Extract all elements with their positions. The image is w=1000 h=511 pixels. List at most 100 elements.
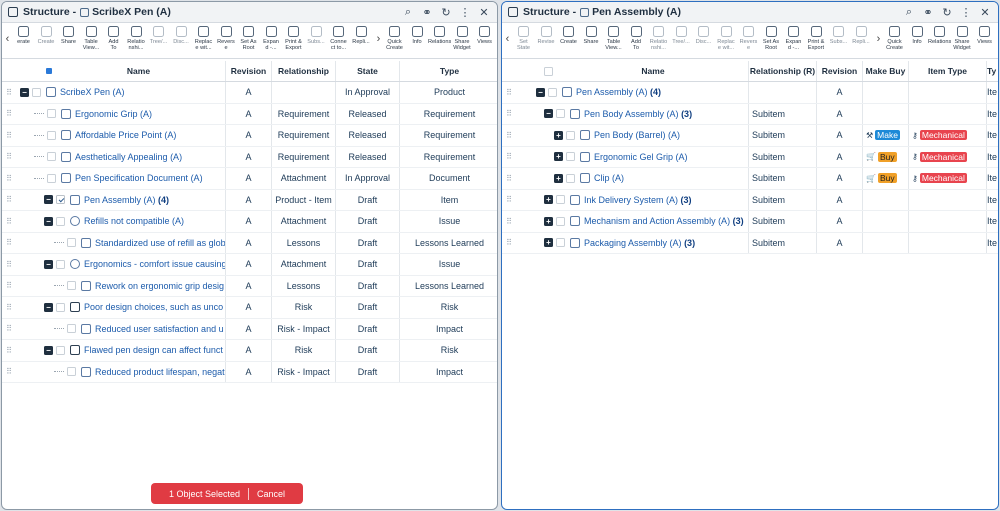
toolbar-set-as-root-button[interactable]: Set As Root xyxy=(238,26,259,52)
table-row[interactable]: ⠿ + Ergonomic Gel Grip (A) Subitem A 🛒 Buy ⚷ Mec… xyxy=(502,146,998,168)
toolbar-set-state-button[interactable]: Set State xyxy=(513,26,534,52)
column-header-state[interactable]: State xyxy=(336,61,400,81)
table-row[interactable]: ⠿ + Ink Delivery System (A) (3) Subitem A Ite xyxy=(502,189,998,211)
item-name-link[interactable]: Ergonomic Grip (A) xyxy=(75,109,152,119)
column-header-make-buy[interactable]: Make Buy xyxy=(863,61,909,81)
toolbar-info-button[interactable]: Info xyxy=(907,26,928,45)
drag-handle-icon[interactable]: ⠿ xyxy=(502,238,516,247)
collapse-toggle-icon[interactable]: − xyxy=(536,87,545,97)
link-icon[interactable]: ⚭ xyxy=(921,5,935,19)
toolbar-add-to-button[interactable]: Add To xyxy=(626,26,647,52)
table-row[interactable]: ⠿ Pen Specification Document (A) A Attachme… xyxy=(2,168,497,190)
collapse-toggle-icon[interactable]: − xyxy=(544,109,553,119)
toolbar-set-as-root-button[interactable]: Set As Root xyxy=(761,26,782,52)
table-row[interactable]: ⠿ − Ergonomics - comfort issue causing A Att… xyxy=(2,254,497,276)
drag-handle-icon[interactable]: ⠿ xyxy=(2,152,16,161)
item-name-link[interactable]: Standardized use of refill as glob xyxy=(95,238,225,248)
row-checkbox[interactable] xyxy=(32,87,41,97)
toolbar-share-button[interactable]: Share xyxy=(58,26,79,45)
drag-handle-icon[interactable]: ⠿ xyxy=(2,174,16,183)
column-header-relationship[interactable]: Relationship xyxy=(272,61,336,81)
collapse-toggle-icon[interactable]: − xyxy=(44,302,53,312)
drag-handle-icon[interactable]: ⠿ xyxy=(2,367,16,376)
item-name-link[interactable]: Ergonomic Gel Grip (A) xyxy=(594,152,688,162)
close-icon[interactable]: ✕ xyxy=(978,5,992,19)
item-name-link[interactable]: Pen Body (Barrel) (A) xyxy=(594,130,680,140)
toolbar-share-widget-button[interactable]: Share Widget xyxy=(452,26,473,52)
drag-handle-icon[interactable]: ⠿ xyxy=(2,303,16,312)
table-row[interactable]: ⠿ + Pen Body (Barrel) (A) Subitem A ⚒ Make ⚷ Mec… xyxy=(502,125,998,147)
item-name-link[interactable]: Ergonomics - comfort issue causing xyxy=(84,259,225,269)
toolbar-disconnect-button[interactable]: Disc... xyxy=(171,26,192,45)
expand-toggle-icon[interactable]: + xyxy=(544,216,553,226)
table-row[interactable]: ⠿ Affordable Price Point (A) A Requirement R… xyxy=(2,125,497,147)
more-icon[interactable]: ⋮ xyxy=(458,5,472,19)
drag-handle-icon[interactable]: ⠿ xyxy=(502,131,516,140)
toolbar-print-export-button[interactable]: Print & Export xyxy=(283,26,304,52)
column-header-name[interactable]: Name xyxy=(52,66,225,76)
table-row[interactable]: ⠿ − Flawed pen design can affect funct A Ris… xyxy=(2,340,497,362)
drag-handle-icon[interactable]: ⠿ xyxy=(2,131,16,140)
toolbar-views-button[interactable]: Views xyxy=(474,26,495,45)
drag-handle-icon[interactable]: ⠿ xyxy=(502,195,516,204)
item-name-link[interactable]: Rework on ergonomic grip desig xyxy=(95,281,224,291)
drag-handle-icon[interactable]: ⠿ xyxy=(2,109,16,118)
row-checkbox[interactable] xyxy=(566,173,575,183)
table-row[interactable]: ⠿ Reduced user satisfaction and u A Risk - … xyxy=(2,318,497,340)
item-name-link[interactable]: Pen Assembly (A) (4) xyxy=(84,195,169,205)
more-icon[interactable]: ⋮ xyxy=(959,5,973,19)
row-checkbox[interactable] xyxy=(47,109,56,119)
item-name-link[interactable]: Reduced product lifespan, negat xyxy=(95,367,225,377)
drag-handle-icon[interactable]: ⠿ xyxy=(502,88,516,97)
refresh-icon[interactable]: ↻ xyxy=(940,5,954,19)
expand-toggle-icon[interactable]: + xyxy=(544,238,553,248)
table-row[interactable]: ⠿ + Packaging Assembly (A) (3) Subitem A Ite xyxy=(502,232,998,254)
search-icon[interactable]: ⌕ xyxy=(401,5,415,19)
toolbar-revise-button[interactable]: Revise xyxy=(536,26,557,45)
item-name-link[interactable]: ScribeX Pen (A) xyxy=(60,87,125,97)
item-name-link[interactable]: Refills not compatible (A) xyxy=(84,216,184,226)
collapse-toggle-icon[interactable]: − xyxy=(20,87,29,97)
column-header-name[interactable]: Name xyxy=(558,66,748,76)
table-row[interactable]: ⠿ Rework on ergonomic grip desig A Lessons D… xyxy=(2,275,497,297)
table-row[interactable]: ⠿ Aesthetically Appealing (A) A Requirement… xyxy=(2,146,497,168)
drag-handle-icon[interactable]: ⠿ xyxy=(2,217,16,226)
row-checkbox[interactable] xyxy=(67,367,76,377)
expand-toggle-icon[interactable]: + xyxy=(554,152,563,162)
item-name-link[interactable]: Pen Specification Document (A) xyxy=(75,173,203,183)
row-checkbox[interactable] xyxy=(56,216,65,226)
row-checkbox[interactable] xyxy=(556,216,565,226)
table-row[interactable]: ⠿ − ScribeX Pen (A) A In Approval Product xyxy=(2,82,497,104)
table-row[interactable]: ⠿ Ergonomic Grip (A) A Requirement Released R… xyxy=(2,103,497,125)
table-row[interactable]: ⠿ − Pen Body Assembly (A) (3) Subitem A Ite xyxy=(502,103,998,125)
table-row[interactable]: ⠿ + Clip (A) Subitem A 🛒 Buy ⚷ Mechanical Ite xyxy=(502,168,998,190)
toolbar-tree-button[interactable]: Tree/... xyxy=(671,26,692,45)
table-row[interactable]: ⠿ + Mechanism and Action Assembly (A) (3) S… xyxy=(502,211,998,233)
row-checkbox[interactable] xyxy=(67,238,76,248)
toolbar-share-button[interactable]: Share xyxy=(581,26,602,45)
row-checkbox[interactable] xyxy=(556,238,565,248)
toolbar-disconnect-button[interactable]: Disc... xyxy=(693,26,714,45)
drag-handle-icon[interactable]: ⠿ xyxy=(502,217,516,226)
expand-toggle-icon[interactable]: + xyxy=(544,195,553,205)
toolbar-share-widget-button[interactable]: Share Widget xyxy=(952,26,973,52)
item-name-link[interactable]: Clip (A) xyxy=(594,173,624,183)
toolbar-quick-create-button[interactable]: Quick Create xyxy=(384,26,405,52)
toolbar-relationship-button[interactable]: Relatio nshi... xyxy=(648,26,669,52)
toolbar-replace-button[interactable]: Replac e wit... xyxy=(716,26,737,52)
toolbar-print-export-button[interactable]: Print & Export xyxy=(806,26,827,52)
row-checkbox[interactable] xyxy=(56,302,65,312)
toolbar-connect-button[interactable]: Conne ct to... xyxy=(328,26,349,52)
toolbar-replicate-button[interactable]: Repli... xyxy=(851,26,872,45)
drag-handle-icon[interactable]: ⠿ xyxy=(502,109,516,118)
item-name-link[interactable]: Affordable Price Point (A) xyxy=(75,130,176,140)
toolbar-quick-create-button[interactable]: Quick Create xyxy=(884,26,905,52)
toolbar-views-button[interactable]: Views xyxy=(974,26,995,45)
table-row[interactable]: ⠿ Standardized use of refill as glob A Less… xyxy=(2,232,497,254)
table-row[interactable]: ⠿ Reduced product lifespan, negat A Risk - … xyxy=(2,361,497,383)
table-row[interactable]: ⠿ − Pen Assembly (A) (4) A Ite xyxy=(502,82,998,104)
drag-handle-icon[interactable]: ⠿ xyxy=(2,324,16,333)
toolbar-table-view-button[interactable]: Table View... xyxy=(603,26,624,52)
toolbar-relationship-button[interactable]: Relatio nshi... xyxy=(126,26,147,52)
link-icon[interactable]: ⚭ xyxy=(420,5,434,19)
